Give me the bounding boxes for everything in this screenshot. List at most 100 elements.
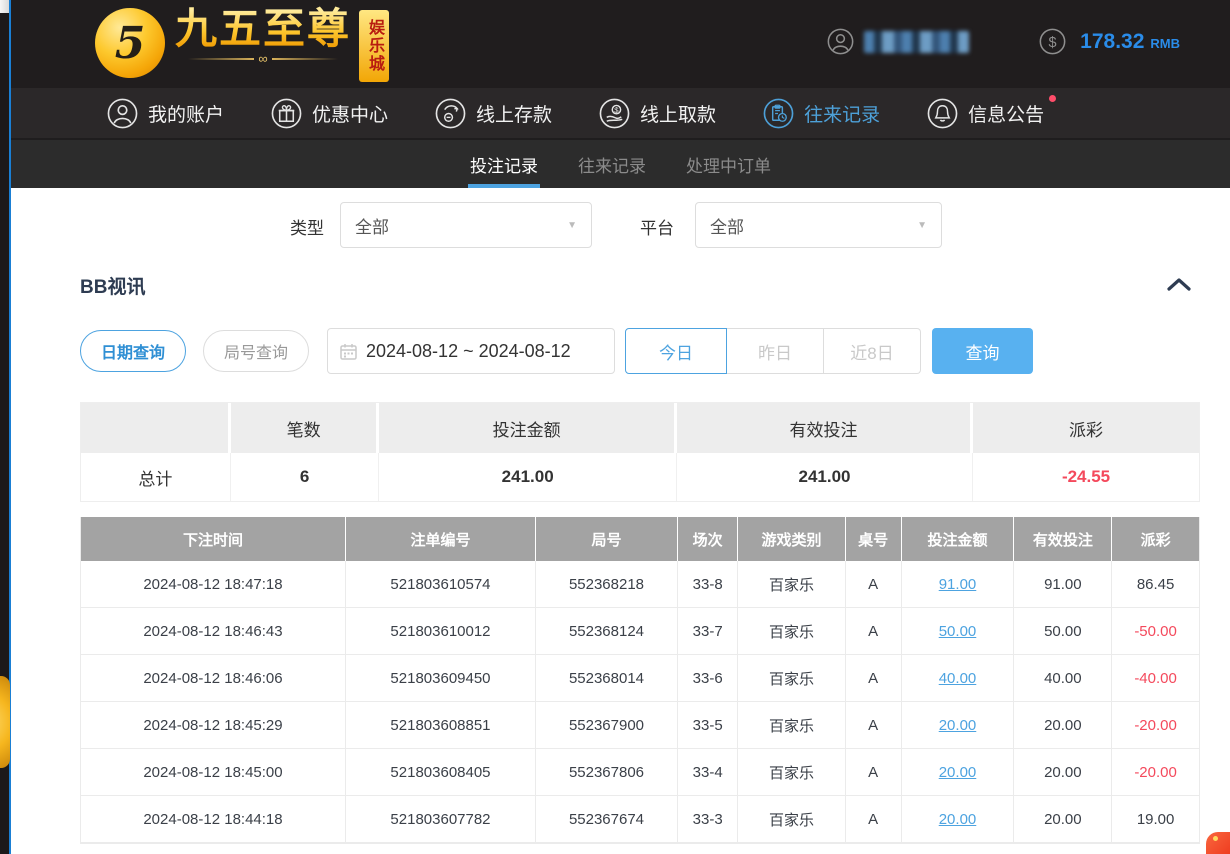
logo-text: 九五至尊 <box>175 6 351 52</box>
cell-time: 2024-08-12 18:47:18 <box>81 561 346 607</box>
nav-item-promotions[interactable]: 优惠中心 <box>271 98 388 129</box>
cell-game: 百家乐 <box>738 561 845 607</box>
cell-game: 百家乐 <box>738 749 845 795</box>
cell-time: 2024-08-12 18:45:00 <box>81 749 346 795</box>
bet-table-column-header: 局号 <box>536 517 678 561</box>
table-row: 2024-08-12 18:47:18521803610574552368218… <box>81 561 1199 608</box>
cell-payout: -50.00 <box>1112 608 1199 654</box>
type-filter-label: 类型 <box>290 214 324 239</box>
cell-table-no: A <box>846 749 902 795</box>
last-8-days-button[interactable]: 近8日 <box>824 328 921 374</box>
balance-coin-icon[interactable]: $ <box>1039 28 1066 55</box>
table-row: 2024-08-12 18:46:43521803610012552368124… <box>81 608 1199 655</box>
cell-table-no: A <box>846 702 902 748</box>
search-button[interactable]: 查询 <box>932 328 1033 374</box>
cell-session: 33-5 <box>678 702 738 748</box>
cell-time: 2024-08-12 18:46:43 <box>81 608 346 654</box>
bet-amount-link[interactable]: 20.00 <box>939 717 977 734</box>
round-query-button[interactable]: 局号查询 <box>203 330 309 372</box>
cell-order-id: 521803607782 <box>346 796 536 842</box>
cell-table-no: A <box>846 608 902 654</box>
summary-bet-amount: 241.00 <box>379 453 676 501</box>
cell-valid: 50.00 <box>1014 608 1112 654</box>
bet-table-header-row: 下注时间注单编号局号场次游戏类别桌号投注金额有效投注派彩 <box>81 517 1199 561</box>
cell-order-id: 521803610574 <box>346 561 536 607</box>
balance-currency: RMB <box>1150 36 1180 51</box>
date-range-picker[interactable]: 2024-08-12 ~ 2024-08-12 <box>327 328 615 374</box>
cell-round-id: 552367900 <box>536 702 678 748</box>
cell-table-no: A <box>846 796 902 842</box>
balance-amount: 178.32 <box>1080 30 1144 54</box>
bet-table-column-header: 注单编号 <box>346 517 536 561</box>
balance[interactable]: 178.32 RMB <box>1080 30 1180 54</box>
nav-label: 我的账户 <box>148 100 224 127</box>
cell-bet: 20.00 <box>902 796 1015 842</box>
date-query-button[interactable]: 日期查询 <box>80 330 186 372</box>
nav-label: 线上存款 <box>476 100 552 127</box>
cell-valid: 20.00 <box>1014 702 1112 748</box>
bet-amount-link[interactable]: 50.00 <box>939 623 977 640</box>
cell-bet: 40.00 <box>902 655 1015 701</box>
summary-header-cell: 派彩 <box>973 403 1199 453</box>
platform-filter-value: 全部 <box>710 213 744 238</box>
summary-valid-bet: 241.00 <box>677 453 973 501</box>
cell-session: 33-4 <box>678 749 738 795</box>
records-icon <box>763 98 794 129</box>
bet-table-column-header: 场次 <box>678 517 738 561</box>
nav-item-announcements[interactable]: 信息公告 <box>927 98 1044 129</box>
bet-amount-link[interactable]: 20.00 <box>939 811 977 828</box>
section-title: BB视讯 <box>80 272 145 299</box>
cell-payout: 86.45 <box>1112 561 1199 607</box>
username-blurred[interactable] <box>864 31 969 53</box>
main-nav: 我的账户 优惠中心 线上存款 <box>11 88 1230 138</box>
brand-logo[interactable]: 5 九五至尊 ∞ 娱乐城 <box>95 6 389 82</box>
cell-round-id: 552367806 <box>536 749 678 795</box>
cell-session: 33-6 <box>678 655 738 701</box>
svg-text:$: $ <box>614 105 619 114</box>
promo-dot-icon <box>1213 836 1218 841</box>
cell-valid: 20.00 <box>1014 749 1112 795</box>
platform-filter-select[interactable]: 全部 ▼ <box>695 202 942 248</box>
deposit-icon <box>435 98 466 129</box>
cell-payout: -20.00 <box>1112 702 1199 748</box>
floating-gold-widget[interactable] <box>0 676 10 768</box>
content-area: 类型 全部 ▼ 平台 全部 ▼ BB视讯 日期查询 局号查询 <box>11 188 1230 854</box>
table-row: 2024-08-12 18:45:00521803608405552367806… <box>81 749 1199 796</box>
logo-badge: 娱乐城 <box>359 10 389 82</box>
tab-pending-orders[interactable]: 处理中订单 <box>684 140 773 188</box>
bet-amount-link[interactable]: 91.00 <box>939 576 977 593</box>
table-row: 2024-08-12 18:44:18521803607782552367674… <box>81 796 1199 843</box>
nav-label: 线上取款 <box>640 100 716 127</box>
nav-item-withdraw[interactable]: $ 线上取款 <box>599 98 716 129</box>
collapse-chevron-icon[interactable] <box>1166 276 1192 292</box>
cell-payout: -40.00 <box>1112 655 1199 701</box>
type-filter-select[interactable]: 全部 ▼ <box>340 202 592 248</box>
tab-bet-records[interactable]: 投注记录 <box>468 140 540 188</box>
summary-header-row: 笔数 投注金额 有效投注 派彩 <box>81 403 1199 453</box>
bet-amount-link[interactable]: 40.00 <box>939 670 977 687</box>
cell-valid: 20.00 <box>1014 796 1112 842</box>
cell-round-id: 552368218 <box>536 561 678 607</box>
record-tabs: 投注记录 往来记录 处理中订单 <box>11 138 1230 188</box>
nav-item-deposit[interactable]: 线上存款 <box>435 98 552 129</box>
yesterday-button[interactable]: 昨日 <box>727 328 824 374</box>
nav-item-my-account[interactable]: 我的账户 <box>107 98 224 129</box>
cell-bet: 20.00 <box>902 702 1015 748</box>
chevron-down-icon: ▼ <box>567 220 577 231</box>
cell-order-id: 521803608405 <box>346 749 536 795</box>
user-avatar-icon[interactable] <box>827 28 854 55</box>
cell-round-id: 552368014 <box>536 655 678 701</box>
logo-flourish: ∞ <box>188 54 338 64</box>
bet-amount-link[interactable]: 20.00 <box>939 764 977 781</box>
summary-header-cell: 投注金额 <box>379 403 676 453</box>
type-filter-value: 全部 <box>355 213 389 238</box>
window-edge-highlight <box>0 0 9 13</box>
nav-label: 优惠中心 <box>312 100 388 127</box>
cell-game: 百家乐 <box>738 655 845 701</box>
floating-promo-widget[interactable] <box>1206 832 1230 854</box>
logo-coin-icon: 5 <box>95 8 165 78</box>
tab-transaction-records[interactable]: 往来记录 <box>576 140 648 188</box>
svg-text:$: $ <box>1049 35 1057 51</box>
nav-item-records[interactable]: 往来记录 <box>763 98 880 129</box>
today-button[interactable]: 今日 <box>625 328 727 374</box>
